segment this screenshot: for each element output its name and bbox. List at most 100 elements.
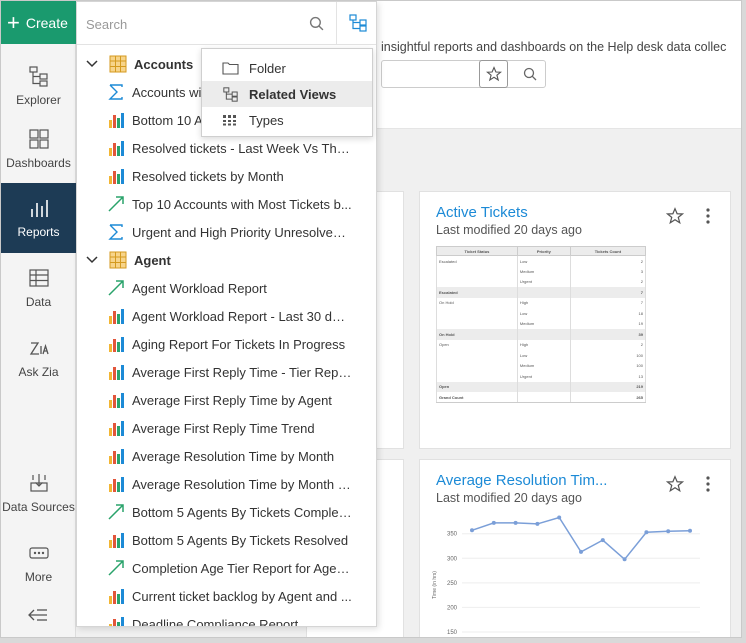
nav-item-ask-zia[interactable]: Ask Zia <box>1 323 76 393</box>
data-point[interactable] <box>491 520 496 525</box>
trend-chart-icon <box>108 280 124 296</box>
data-point[interactable] <box>688 528 692 533</box>
star-icon[interactable] <box>666 475 684 493</box>
more-options-icon[interactable] <box>706 208 710 224</box>
plus-icon: + <box>7 9 20 35</box>
collapse-sidebar-icon[interactable] <box>28 608 48 622</box>
table-icon <box>109 251 127 269</box>
tree-item-label: Completion Age Tier Report for Agen... <box>132 560 352 576</box>
popover-item-related-views[interactable]: Related Views <box>202 81 372 107</box>
bar-chart-icon <box>107 531 125 549</box>
nav-item-explorer[interactable]: Explorer <box>1 51 76 121</box>
data-point[interactable] <box>513 520 518 525</box>
tree-item-label: Average Resolution Time by Month a... <box>132 476 352 492</box>
data-point[interactable] <box>557 515 562 520</box>
more-options-icon[interactable] <box>706 476 710 492</box>
tree-item[interactable]: Current ticket backlog by Agent and ... <box>77 582 376 610</box>
tree-item[interactable]: Top 10 Accounts with Most Tickets b... <box>77 190 376 218</box>
nav-item-dashboards[interactable]: Dashboards <box>1 114 76 184</box>
nav-label: More <box>24 570 53 584</box>
types-icon <box>223 115 236 126</box>
tree-item[interactable]: Deadline Compliance Report <box>77 610 376 627</box>
bar-chart-icon <box>107 139 125 157</box>
bar-chart-icon <box>109 589 124 604</box>
tree-item-label: Average First Reply Time Trend <box>132 420 315 436</box>
card-title[interactable]: Active Tickets <box>436 204 528 221</box>
report-card-active-tickets[interactable]: Active Tickets Last modified 20 days ago… <box>419 191 731 449</box>
table-row: Medium 3 <box>436 266 647 277</box>
tree-item[interactable]: Bottom 5 Agents By Tickets Resolved <box>77 526 376 554</box>
star-icon[interactable] <box>666 207 684 225</box>
tree-item[interactable]: Resolved tickets by Month <box>77 162 376 190</box>
table-cell: Open <box>436 381 518 392</box>
create-button[interactable]: + Create <box>1 1 76 44</box>
tree-item[interactable]: Average First Reply Time - Tier Report <box>77 358 376 386</box>
search-icon[interactable] <box>309 16 324 31</box>
y-axis-label: Time (in hrs) <box>432 571 438 599</box>
bar-chart-icon <box>109 337 124 352</box>
tree-item[interactable]: Agent Workload Report <box>77 274 376 302</box>
nav-label: Data Sources <box>2 500 75 514</box>
table-cell <box>516 329 571 340</box>
tree-item[interactable]: Agent Workload Report - Last 30 days <box>77 302 376 330</box>
bar-chart-icon <box>107 419 125 437</box>
left-navigation: + Create Explorer Dashboards Reports Dat… <box>1 1 76 637</box>
table-cell: 19 <box>569 318 647 329</box>
related-views-icon <box>223 86 238 102</box>
favorites-button[interactable] <box>479 60 508 88</box>
data-point[interactable] <box>470 528 474 533</box>
table-cell: 265 <box>569 392 647 403</box>
table-icon <box>109 251 127 269</box>
table-row: Low 100 <box>436 350 647 361</box>
trend-chart-icon <box>108 196 124 212</box>
data-point[interactable] <box>600 538 605 543</box>
table-cell <box>516 381 571 392</box>
tree-item[interactable]: Average First Reply Time Trend <box>77 414 376 442</box>
tree-item[interactable]: Bottom 5 Agents By Tickets Complet... <box>77 498 376 526</box>
tree-item[interactable]: Average Resolution Time by Month a... <box>77 470 376 498</box>
data-point[interactable] <box>666 529 671 534</box>
summary-view-icon <box>108 84 123 100</box>
tree-item[interactable]: Average Resolution Time by Month <box>77 442 376 470</box>
tree-item[interactable]: Resolved tickets - Last Week Vs This ... <box>77 134 376 162</box>
nav-item-reports[interactable]: Reports <box>1 183 76 253</box>
tree-item[interactable]: Average First Reply Time by Agent <box>77 386 376 414</box>
tree-item[interactable]: Completion Age Tier Report for Agen... <box>77 554 376 582</box>
report-card-avg-resolution[interactable]: Average Resolution Tim... Last modified … <box>419 459 731 637</box>
table-header: Tickets Count <box>569 246 647 256</box>
main-search-input[interactable] <box>381 60 546 88</box>
nav-item-data[interactable]: Data <box>1 253 76 323</box>
popover-item-folder[interactable]: Folder <box>202 55 372 81</box>
chevron-down-icon[interactable] <box>86 256 100 264</box>
popover-item-types[interactable]: Types <box>202 107 372 133</box>
nav-item-more[interactable]: More <box>1 528 76 598</box>
table-cell: Open <box>436 339 518 350</box>
tree-item-label: Agent Workload Report <box>132 280 267 296</box>
table-row: Low 18 <box>436 308 647 319</box>
tree-item[interactable]: Aging Report For Tickets In Progress <box>77 330 376 358</box>
tree-item-label: Resolved tickets - Last Week Vs This ... <box>132 140 352 156</box>
nav-label: Dashboards <box>6 156 71 170</box>
table-row: Escalated 7 <box>436 287 647 298</box>
y-tick-label: 250 <box>447 581 458 587</box>
nav-label: Reports <box>17 225 60 239</box>
bar-chart-icon <box>109 617 124 626</box>
trend-chart-icon <box>107 559 125 577</box>
star-icon <box>485 66 502 82</box>
tree-group-agent[interactable]: Agent <box>77 246 376 274</box>
panel-search-input[interactable] <box>86 12 296 36</box>
bar-chart-icon <box>109 533 124 548</box>
data-point[interactable] <box>535 521 540 526</box>
table-cell: On Hold <box>436 297 518 308</box>
summary-view-icon <box>107 83 125 101</box>
card-title[interactable]: Average Resolution Tim... <box>436 472 607 489</box>
related-views-toggle-button[interactable] <box>336 2 376 45</box>
data-point[interactable] <box>622 557 627 562</box>
chevron-down-icon[interactable] <box>86 60 100 68</box>
related-views-icon <box>348 14 367 32</box>
tree-item-label: Deadline Compliance Report <box>132 616 299 627</box>
data-point[interactable] <box>579 549 583 554</box>
nav-item-data-sources[interactable]: Data Sources <box>1 458 76 528</box>
tree-item[interactable]: Urgent and High Priority Unresolved ... <box>77 218 376 246</box>
data-point[interactable] <box>644 530 649 535</box>
